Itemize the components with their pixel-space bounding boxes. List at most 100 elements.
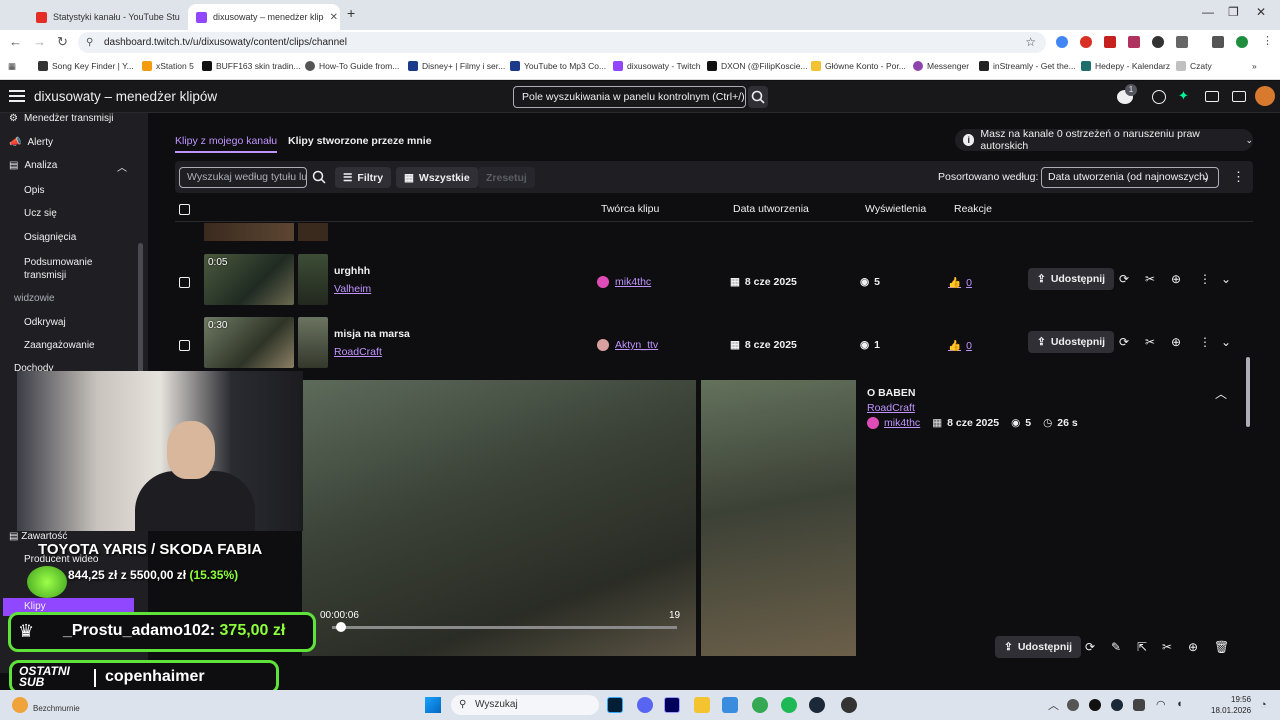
clip-creator-link[interactable]: mik4thc <box>597 276 651 288</box>
sidebar-item-learn[interactable]: Ucz się <box>24 208 57 219</box>
dashboard-search-input[interactable]: Pole wyszukiwania w panelu kontrolnym (C… <box>513 86 746 108</box>
chevron-up-icon[interactable]: ︿ <box>1215 385 1227 402</box>
sidebar-item-stream-summary[interactable]: Podsumowanie transmisji <box>24 256 124 282</box>
browser-tab-youtube-studio[interactable]: Statystyki kanału - YouTube Stu ✕ <box>28 4 186 30</box>
obs-icon[interactable] <box>841 697 857 713</box>
chrome-icon[interactable] <box>752 697 768 713</box>
add-icon[interactable]: ⊕ <box>1171 272 1181 286</box>
app-icon[interactable] <box>722 697 738 713</box>
reading-list-icon[interactable] <box>1212 36 1224 48</box>
clip-reactions[interactable]: 👍 0 <box>948 339 972 353</box>
bookmark-item[interactable]: Song Key Finder | Y... <box>38 61 134 71</box>
copyright-strikes-dropdown[interactable]: i Masz na kanale 0 ostrzeżeń o naruszeni… <box>955 128 1253 152</box>
table-row[interactable]: 0:30 misja na marsa RoadCraft Aktyn_ttv … <box>175 313 1253 373</box>
chevron-up-icon[interactable]: ︿ <box>1048 697 1059 713</box>
extension-icon[interactable] <box>1128 36 1140 48</box>
spotify-icon[interactable] <box>781 697 797 713</box>
more-bookmarks-icon[interactable]: » <box>1252 61 1257 71</box>
taskbar-clock[interactable]: 19:56 18.01.2026 <box>1211 694 1251 716</box>
taskbar-search[interactable]: ⚲ Wyszukaj <box>451 695 599 715</box>
extensions-puzzle-icon[interactable] <box>1176 36 1188 48</box>
more-options-icon[interactable]: ⋮ <box>1199 272 1211 286</box>
browser-menu-icon[interactable]: ⋮ <box>1262 34 1273 47</box>
share-button[interactable]: ⇪ Udostępnij <box>1028 268 1115 290</box>
sidebar-item-analytics[interactable]: ▤ Analiza <box>9 160 57 171</box>
bookmark-item[interactable]: Hedepy - Kalendarz <box>1081 61 1170 71</box>
notifications-bell-icon[interactable]: ◔ <box>1260 699 1267 711</box>
more-options-icon[interactable]: ⋮ <box>1232 169 1245 185</box>
filters-button[interactable]: ☰ Filtry <box>335 167 392 188</box>
clip-thumbnail[interactable]: 0:30 <box>204 317 294 368</box>
weather-icon[interactable] <box>12 697 28 713</box>
photoshop-icon[interactable] <box>607 697 623 713</box>
edit-icon[interactable]: ✎ <box>1111 640 1121 654</box>
search-button[interactable] <box>748 86 768 108</box>
chevron-down-icon[interactable]: ⌄ <box>1221 335 1231 349</box>
browser-tab-twitch[interactable]: dixusowaty – menedżer klip ✕ <box>188 4 340 30</box>
col-views[interactable]: Wyświetlenia <box>865 203 926 215</box>
profile-avatar[interactable] <box>1236 36 1248 48</box>
sidebar-item-clips[interactable]: Klipy <box>24 601 46 612</box>
bookmark-item[interactable]: Główne Konto - Por... <box>811 61 906 71</box>
progress-knob[interactable] <box>336 622 346 632</box>
wifi-icon[interactable]: ◠ <box>1156 698 1166 711</box>
clip-detail-creator-link[interactable]: mik4thc <box>884 417 920 429</box>
bookmark-item[interactable]: xStation 5 <box>142 61 194 71</box>
sidebar-item-engagement[interactable]: Zaangażowanie <box>24 340 95 351</box>
folder-icon[interactable] <box>694 697 710 713</box>
col-reactions[interactable]: Reakcje <box>954 203 992 215</box>
tray-icon[interactable] <box>1089 699 1101 711</box>
maximize-icon[interactable]: ❐ <box>1228 5 1239 19</box>
tab-clips-by-me[interactable]: Klipy stworzone przeze mnie <box>288 135 432 147</box>
chevron-up-icon[interactable]: ︿ <box>117 159 127 174</box>
chat-icon[interactable] <box>1232 91 1246 102</box>
apps-grid-icon[interactable]: ▦ <box>8 61 16 72</box>
loop-icon[interactable]: ⟳ <box>1085 640 1095 654</box>
close-icon[interactable]: ✕ <box>330 12 338 23</box>
bookmark-item[interactable]: inStreamly - Get the... <box>979 61 1076 71</box>
loop-icon[interactable]: ⟳ <box>1119 272 1129 286</box>
main-scrollbar[interactable] <box>1245 227 1251 672</box>
clip-vertical-thumbnail[interactable] <box>298 254 328 305</box>
volume-icon[interactable]: ◖ <box>1176 698 1183 710</box>
close-window-icon[interactable]: ✕ <box>1256 5 1266 19</box>
clip-detail-game-link[interactable]: RoadCraft <box>867 402 915 414</box>
url-input[interactable]: ⚲ dashboard.twitch.tv/u/dixusowaty/conte… <box>78 32 1046 53</box>
steam-icon[interactable] <box>809 697 825 713</box>
clip-search-input[interactable]: Wyszukaj według tytułu lu <box>179 167 307 188</box>
bookmark-item[interactable]: YouTube to Mp3 Co... <box>510 61 606 71</box>
player-progress-bar[interactable] <box>332 622 677 632</box>
tray-icon[interactable] <box>1133 699 1145 711</box>
tab-my-channel-clips[interactable]: Klipy z mojego kanału <box>175 135 278 153</box>
creator-sparkle-icon[interactable]: ✦ <box>1178 88 1192 103</box>
scrollbar-thumb[interactable] <box>1246 357 1250 427</box>
menu-icon[interactable] <box>9 90 25 102</box>
clip-creator-link[interactable]: Aktyn_ttv <box>597 339 658 351</box>
tray-icon[interactable] <box>1111 699 1123 711</box>
bookmark-item[interactable]: DXON (@FilipKoscie... <box>707 61 808 71</box>
extension-icon[interactable] <box>1104 36 1116 48</box>
share-button[interactable]: ⇪ Udostępnij <box>1028 331 1115 353</box>
add-icon[interactable]: ⊕ <box>1188 640 1198 654</box>
bookmark-star-icon[interactable]: ☆ <box>1025 32 1036 53</box>
new-tab-button[interactable]: + <box>347 5 355 21</box>
bookmark-item[interactable]: Messenger <box>913 61 969 71</box>
clip-reactions[interactable]: 👍 0 <box>948 276 972 290</box>
search-icon[interactable] <box>311 169 327 185</box>
more-options-icon[interactable]: ⋮ <box>1199 335 1211 349</box>
sidebar-item-discover[interactable]: Odkrywaj <box>24 317 66 328</box>
sidebar-item-achievements[interactable]: Osiągnięcia <box>24 232 76 243</box>
bookmark-item[interactable]: Disney+ | Filmy i ser... <box>408 61 505 71</box>
row-checkbox[interactable] <box>179 277 190 288</box>
back-icon[interactable]: ← <box>9 34 22 49</box>
row-checkbox[interactable] <box>179 340 190 351</box>
scissors-icon[interactable]: ✂ <box>1162 640 1172 654</box>
premiere-icon[interactable] <box>664 697 680 713</box>
extension-icon[interactable] <box>1080 36 1092 48</box>
bookmark-item[interactable]: dixusowaty - Twitch <box>613 61 701 71</box>
bookmark-item[interactable]: BUFF163 skin tradin... <box>202 61 301 71</box>
clip-game-link[interactable]: Valheim <box>334 283 371 295</box>
clip-video-player[interactable]: 00:00:06 19 <box>302 380 696 656</box>
reload-icon[interactable]: ↻ <box>57 34 68 50</box>
extension-icon[interactable] <box>1056 36 1068 48</box>
